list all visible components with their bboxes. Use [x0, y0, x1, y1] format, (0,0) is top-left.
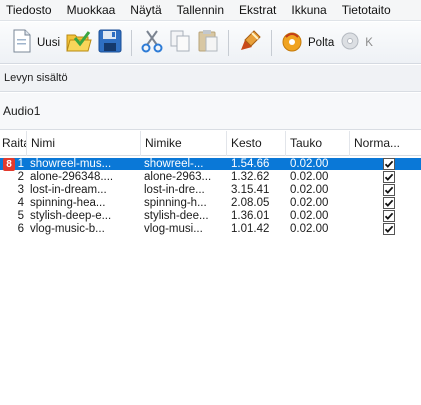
menu-file[interactable]: Tiedosto: [0, 0, 59, 20]
open-button[interactable]: [63, 26, 95, 60]
track-name: lost-in-dream...: [30, 184, 107, 196]
track-pause: 0.02.00: [290, 197, 329, 209]
burn-button-label: Polta: [308, 36, 335, 49]
track-title: alone-2963...: [144, 171, 212, 183]
table-row[interactable]: 2 alone-296348.... alone-2963... 1.32.62 0.0…: [0, 171, 421, 183]
track-number: 1: [17, 158, 24, 170]
track-number: 3: [17, 184, 24, 196]
track-duration: 1.54.66: [231, 158, 270, 170]
table-row[interactable]: 3 lost-in-dream... lost-in-dre... 3.15.41 0.…: [0, 184, 421, 196]
track-duration: 2.08.05: [231, 197, 270, 209]
open-folder-icon: [66, 29, 92, 56]
column-title[interactable]: Nimike: [141, 131, 227, 156]
track-pause: 0.02.00: [290, 184, 329, 196]
table-row[interactable]: 6 vlog-music-b... vlog-musi... 1.01.42 0.02.…: [0, 223, 421, 235]
edit-tool-button[interactable]: [235, 26, 265, 60]
track-title: stylish-dee...: [144, 210, 209, 222]
toolbar: Uusi Polta K: [0, 22, 421, 64]
column-normalize[interactable]: Norma...: [350, 131, 421, 156]
save-button[interactable]: [95, 26, 125, 60]
track-duration: 1.32.62: [231, 171, 270, 183]
copy-icon: [169, 29, 191, 56]
paste-icon: [197, 29, 219, 56]
track-duration: 1.36.01: [231, 210, 270, 222]
track-number: 5: [17, 210, 24, 222]
table-row[interactable]: 4 spinning-hea... spinning-h... 2.08.05 0.02…: [0, 197, 421, 209]
track-title: spinning-h...: [144, 197, 207, 209]
track-pause: 0.02.00: [290, 158, 329, 170]
track-name: alone-296348....: [30, 171, 114, 183]
menu-extras[interactable]: Ekstrat: [231, 0, 283, 20]
menu-bar: Tiedosto Muokkaa Näytä Tallennin Ekstrat…: [0, 0, 421, 21]
track-title: showreel-...: [144, 158, 204, 170]
toolbar-separator: [271, 29, 273, 56]
menu-view[interactable]: Näytä: [122, 0, 168, 20]
save-disk-icon: [98, 29, 122, 56]
cut-button[interactable]: [138, 26, 166, 60]
track-name: stylish-deep-e...: [30, 210, 112, 222]
normalize-checkbox[interactable]: [383, 197, 395, 209]
disc-contents-label: Levyn sisältö: [0, 65, 421, 92]
copy-button[interactable]: [166, 26, 194, 60]
normalize-checkbox[interactable]: [383, 223, 395, 235]
track-pause: 0.02.00: [290, 210, 329, 222]
column-name[interactable]: Nimi: [27, 131, 141, 156]
track-title: lost-in-dre...: [144, 184, 205, 196]
track-number: 4: [17, 197, 24, 209]
disc-button-label: K: [365, 36, 373, 49]
track-name: showreel-mus...: [30, 158, 112, 170]
track-number: 6: [17, 223, 24, 235]
track-name: vlog-music-b...: [30, 223, 105, 235]
normalize-checkbox[interactable]: [383, 210, 395, 222]
track-pause: 0.02.00: [290, 171, 329, 183]
column-pause[interactable]: Tauko: [286, 131, 350, 156]
audio-list-title: Audio1: [0, 93, 421, 130]
table-row[interactable]: 8 1 showreel-mus... showreel-... 1.54.66 0.02…: [0, 158, 421, 171]
disc-button[interactable]: K: [337, 26, 376, 60]
toolbar-separator: [131, 29, 133, 56]
normalize-checkbox[interactable]: [383, 158, 395, 170]
burn-button[interactable]: Polta: [278, 26, 337, 60]
track-pause: 0.02.00: [290, 223, 329, 235]
paste-button[interactable]: [194, 26, 222, 60]
new-button[interactable]: Uusi: [9, 26, 63, 60]
track-list-header: Raita Nimi Nimike Kesto Tauko Norma...: [0, 131, 421, 156]
table-row[interactable]: 5 stylish-deep-e... stylish-dee... 1.36.01 0…: [0, 210, 421, 222]
new-document-icon: [12, 29, 32, 56]
column-track[interactable]: Raita: [0, 131, 27, 156]
cut-icon: [141, 29, 163, 56]
track-duration: 3.15.41: [231, 184, 270, 196]
new-button-label: Uusi: [37, 36, 61, 49]
menu-window[interactable]: Ikkuna: [283, 0, 333, 20]
edit-tool-icon: [238, 29, 262, 56]
disc-icon: [340, 29, 360, 56]
column-duration[interactable]: Kesto: [227, 131, 286, 156]
menu-edit[interactable]: Muokkaa: [59, 0, 123, 20]
menu-help[interactable]: Tietotaito: [334, 0, 398, 20]
toolbar-separator: [228, 29, 230, 56]
track-name: spinning-hea...: [30, 197, 106, 209]
track-title: vlog-musi...: [144, 223, 203, 235]
normalize-checkbox[interactable]: [383, 184, 395, 196]
track-duration: 1.01.42: [231, 223, 270, 235]
burn-disc-icon: [281, 29, 303, 56]
menu-recorder[interactable]: Tallennin: [169, 0, 231, 20]
normalize-checkbox[interactable]: [383, 171, 395, 183]
track-number: 2: [17, 171, 24, 183]
